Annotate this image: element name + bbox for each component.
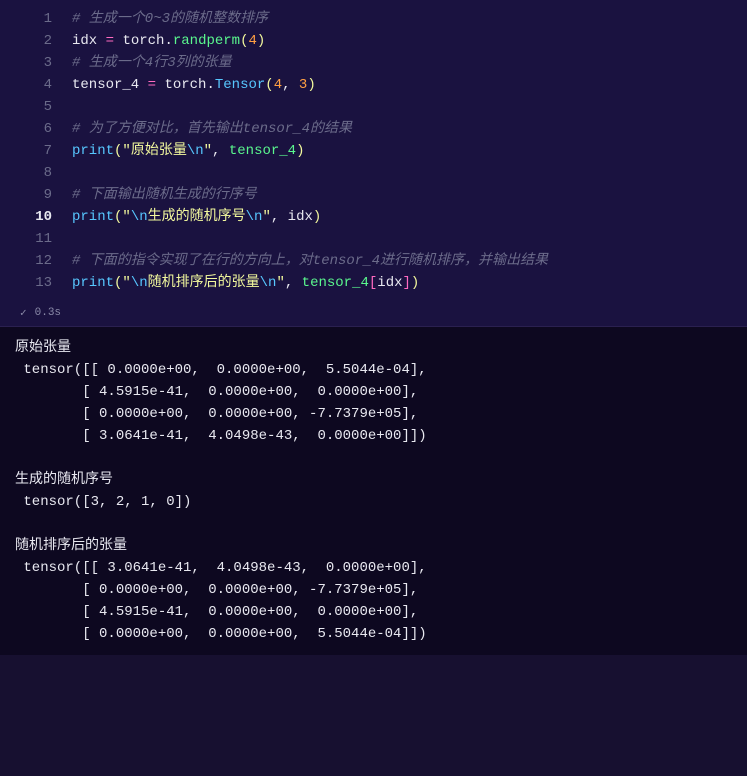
code-content xyxy=(72,96,737,118)
code-line-3[interactable]: 3 # 生成一个4行3列的张量 xyxy=(2,52,737,74)
line-number: 8 xyxy=(2,162,72,184)
code-content: # 为了方便对比，首先输出tensor_4的结果 xyxy=(72,118,737,140)
line-number: 2 xyxy=(2,30,72,52)
line-number: 12 xyxy=(2,250,72,272)
code-line-8[interactable]: 8 xyxy=(2,162,737,184)
code-line-2[interactable]: 2 idx = torch.randperm(4) xyxy=(2,30,737,52)
code-line-13[interactable]: 13 print("\n随机排序后的张量\n", tensor_4[idx]) xyxy=(2,272,737,294)
code-content: print("原始张量\n", tensor_4) xyxy=(72,140,737,162)
output-cell: 原始张量 tensor([[ 0.0000e+00, 0.0000e+00, 5… xyxy=(0,327,747,655)
code-line-11[interactable]: 11 xyxy=(2,228,737,250)
line-number: 5 xyxy=(2,96,72,118)
code-line-12[interactable]: 12 # 下面的指令实现了在行的方向上，对tensor_4进行随机排序，并输出结… xyxy=(2,250,737,272)
line-number: 10 xyxy=(2,206,72,228)
line-number: 13 xyxy=(2,272,72,294)
line-number: 1 xyxy=(2,8,72,30)
code-content: print("\n生成的随机序号\n", idx) xyxy=(72,206,737,228)
code-line-7[interactable]: 7 print("原始张量\n", tensor_4) xyxy=(2,140,737,162)
code-cell[interactable]: 1 # 生成一个0~3的随机整数排序 2 idx = torch.randper… xyxy=(0,0,747,302)
code-line-5[interactable]: 5 xyxy=(2,96,737,118)
code-content xyxy=(72,228,737,250)
line-number: 11 xyxy=(2,228,72,250)
code-content: # 下面的指令实现了在行的方向上，对tensor_4进行随机排序，并输出结果 xyxy=(72,250,737,272)
code-line-6[interactable]: 6 # 为了方便对比，首先输出tensor_4的结果 xyxy=(2,118,737,140)
line-number: 6 xyxy=(2,118,72,140)
code-content: # 下面输出随机生成的行序号 xyxy=(72,184,737,206)
execution-time: 0.3s xyxy=(35,307,61,319)
code-line-4[interactable]: 4 tensor_4 = torch.Tensor(4, 3) xyxy=(2,74,737,96)
code-line-10[interactable]: 10 print("\n生成的随机序号\n", idx) xyxy=(2,206,737,228)
code-line-9[interactable]: 9 # 下面输出随机生成的行序号 xyxy=(2,184,737,206)
code-content xyxy=(72,162,737,184)
code-content: # 生成一个4行3列的张量 xyxy=(72,52,737,74)
code-content: # 生成一个0~3的随机整数排序 xyxy=(72,8,737,30)
cell-status-bar: ✓ 0.3s xyxy=(0,302,747,327)
code-content: idx = torch.randperm(4) xyxy=(72,30,737,52)
success-check-icon: ✓ xyxy=(20,306,27,320)
line-number: 3 xyxy=(2,52,72,74)
code-line-1[interactable]: 1 # 生成一个0~3的随机整数排序 xyxy=(2,8,737,30)
line-number: 9 xyxy=(2,184,72,206)
line-number: 7 xyxy=(2,140,72,162)
line-number: 4 xyxy=(2,74,72,96)
code-content: print("\n随机排序后的张量\n", tensor_4[idx]) xyxy=(72,272,737,294)
code-content: tensor_4 = torch.Tensor(4, 3) xyxy=(72,74,737,96)
